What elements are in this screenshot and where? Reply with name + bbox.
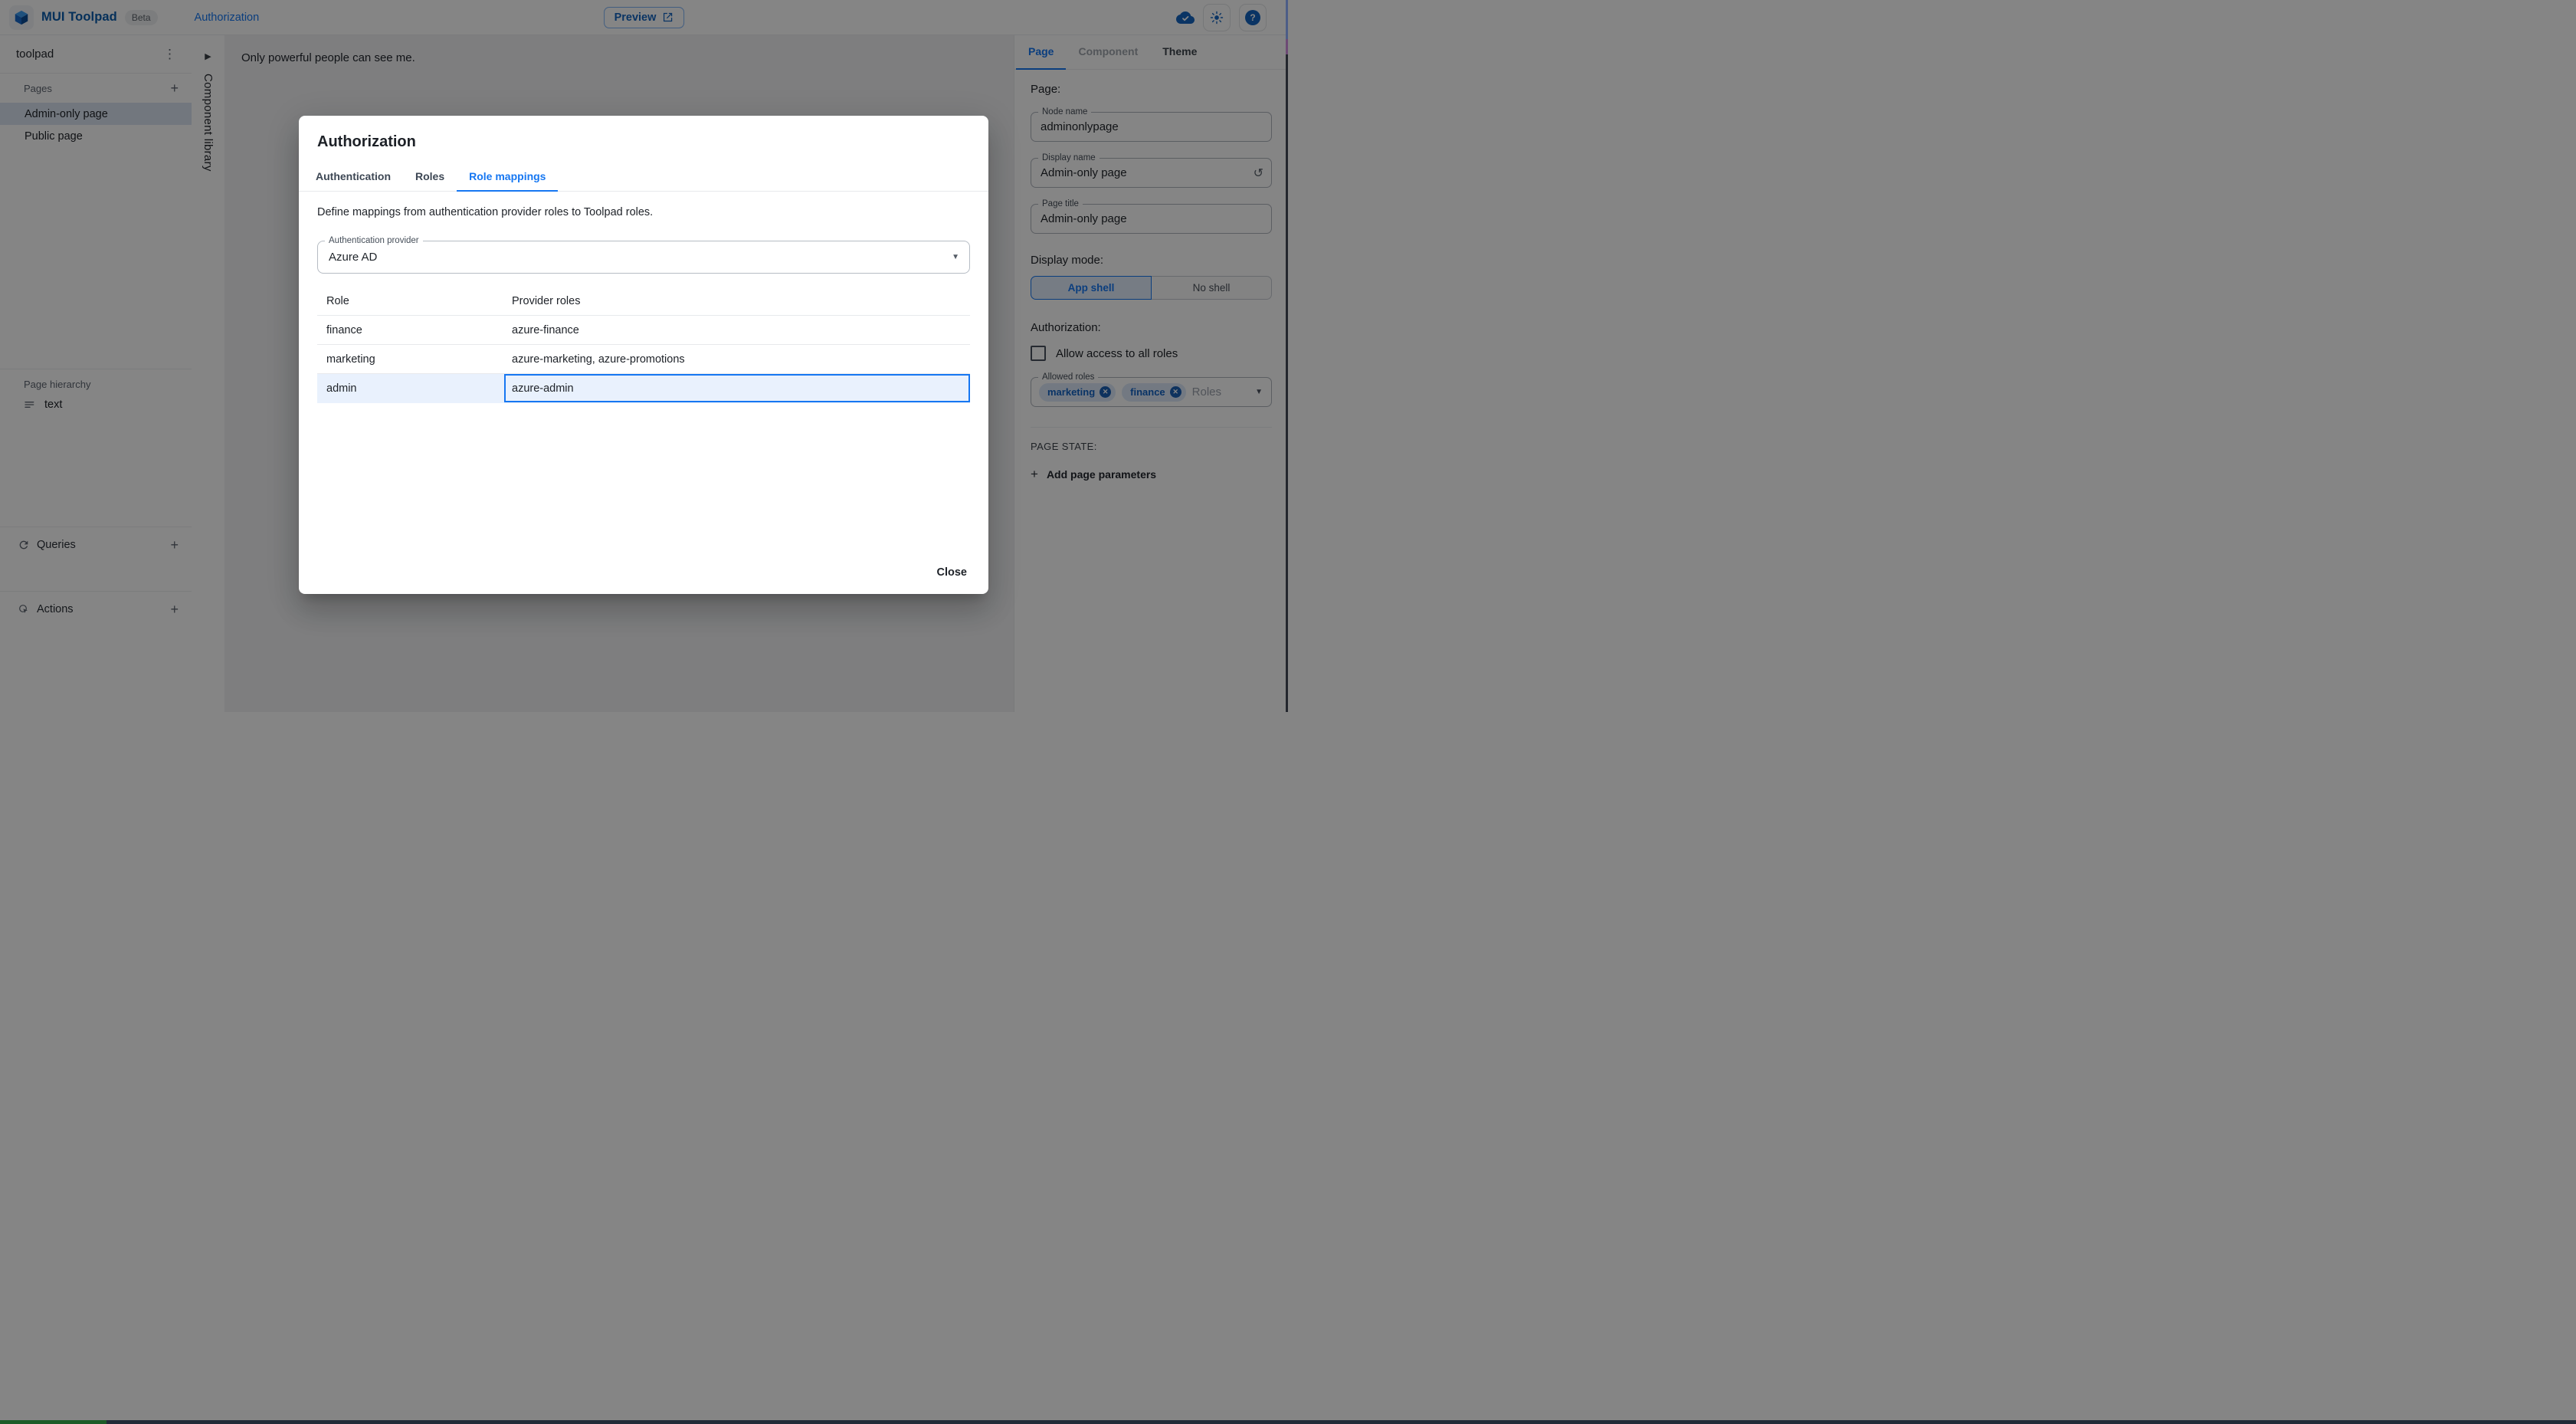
tab-roles[interactable]: Roles (403, 162, 457, 191)
role-cell[interactable]: marketing (317, 345, 504, 373)
authorization-dialog: Authorization Authentication Roles Role … (299, 116, 988, 594)
dialog-tabs: Authentication Roles Role mappings (299, 162, 988, 192)
dialog-title: Authorization (317, 133, 416, 150)
close-button[interactable]: Close (929, 562, 975, 583)
provider-select-label: Authentication provider (325, 236, 423, 246)
provider-roles-cell[interactable]: azure-finance (504, 316, 970, 344)
dialog-description: Define mappings from authentication prov… (317, 206, 654, 218)
column-header-provider-roles: Provider roles (512, 295, 581, 307)
table-header-row: Role Provider roles (317, 287, 970, 316)
role-mappings-table: Role Provider roles finance azure-financ… (317, 287, 970, 403)
screen-right-edge (1286, 0, 1288, 712)
bottom-bar (0, 1420, 2576, 1424)
role-cell[interactable]: admin (317, 374, 504, 402)
table-row-finance[interactable]: finance azure-finance (317, 316, 970, 345)
provider-select-value: Azure AD (329, 251, 378, 264)
table-row-admin[interactable]: admin azure-admin (317, 374, 970, 403)
role-cell[interactable]: finance (317, 316, 504, 344)
provider-roles-cell[interactable]: azure-marketing, azure-promotions (504, 345, 970, 373)
provider-roles-cell-editing[interactable]: azure-admin (504, 374, 970, 402)
authentication-provider-select[interactable]: Authentication provider Azure AD ▼ (317, 236, 970, 274)
tab-role-mappings[interactable]: Role mappings (457, 162, 559, 192)
column-header-role: Role (326, 295, 349, 307)
tab-authentication[interactable]: Authentication (303, 162, 403, 191)
table-row-marketing[interactable]: marketing azure-marketing, azure-promoti… (317, 345, 970, 374)
chevron-down-icon: ▼ (952, 253, 959, 261)
